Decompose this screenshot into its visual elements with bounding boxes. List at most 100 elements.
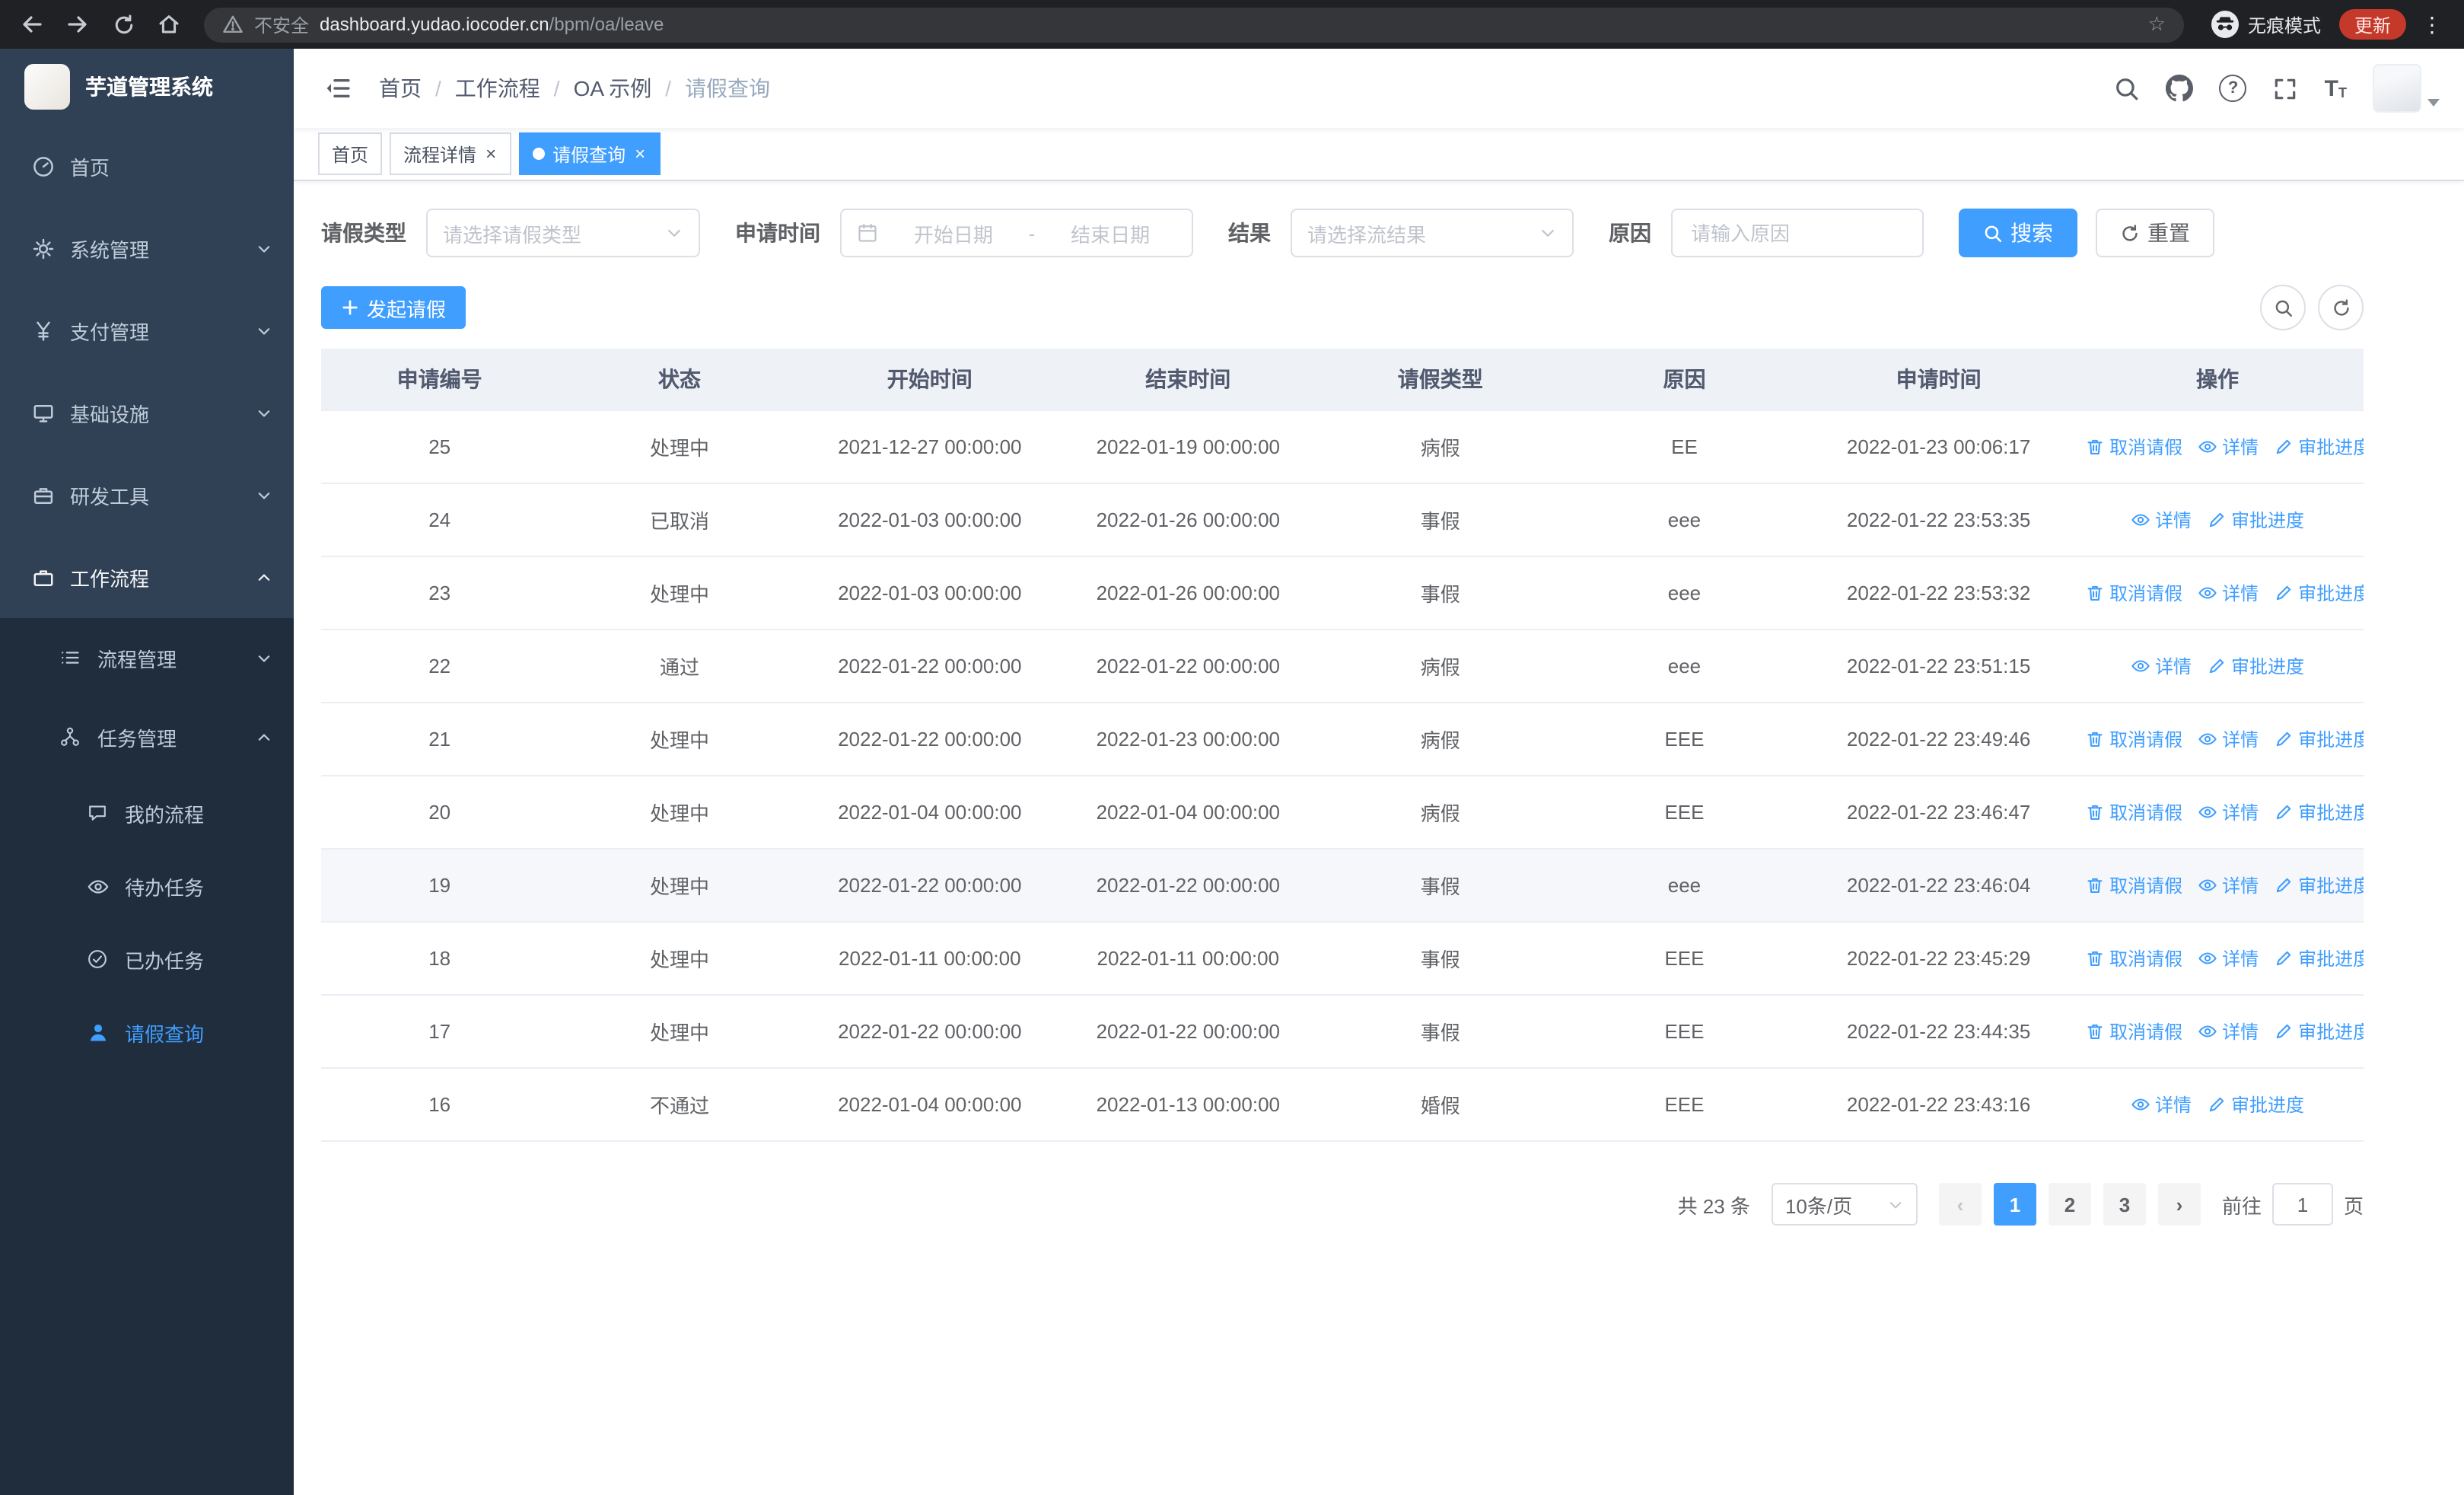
cell-apply-time: 2022-01-22 23:43:16 xyxy=(1806,1068,2072,1142)
detail-link[interactable]: 详情 xyxy=(2198,725,2259,751)
sidebar-item-done-tasks[interactable]: 已办任务 xyxy=(0,923,294,996)
cancel-leave-link[interactable]: 取消请假 xyxy=(2085,433,2182,459)
cell-actions: 取消请假详情审批进度 xyxy=(2071,703,2364,776)
detail-link[interactable]: 详情 xyxy=(2198,945,2259,971)
browser-forward-icon[interactable] xyxy=(58,5,97,44)
progress-link[interactable]: 审批进度 xyxy=(2274,433,2364,459)
sidebar-item-task-management[interactable]: 任务管理 xyxy=(0,697,294,776)
goto-unit-label: 页 xyxy=(2343,1194,2364,1217)
col-apply-time: 申请时间 xyxy=(1806,349,2072,411)
breadcrumb-workflow[interactable]: 工作流程 xyxy=(455,73,540,104)
reason-input[interactable] xyxy=(1688,220,1907,246)
chevron-down-icon xyxy=(256,486,272,503)
sidebar-item-process-management[interactable]: 流程管理 xyxy=(0,618,294,697)
prev-page-icon[interactable]: ‹ xyxy=(1938,1183,1982,1226)
table-header-row: 申请编号 状态 开始时间 结束时间 请假类型 原因 申请时间 操作 xyxy=(321,349,2364,411)
create-leave-button[interactable]: 发起请假 xyxy=(321,286,466,329)
page-size-select[interactable]: 10条/页 xyxy=(1771,1183,1918,1226)
font-size-icon[interactable]: TT xyxy=(2325,77,2347,100)
detail-link[interactable]: 详情 xyxy=(2131,652,2192,678)
sidebar-item-infrastructure[interactable]: 基础设施 xyxy=(0,371,294,454)
detail-link[interactable]: 详情 xyxy=(2131,506,2192,532)
chevron-up-icon xyxy=(256,728,272,745)
cancel-leave-link[interactable]: 取消请假 xyxy=(2085,579,2182,605)
reset-button[interactable]: 重置 xyxy=(2096,209,2214,257)
progress-link[interactable]: 审批进度 xyxy=(2207,506,2304,532)
browser-menu-icon[interactable]: ⋮ xyxy=(2412,11,2452,37)
sidebar-item-my-process[interactable]: 我的流程 xyxy=(0,776,294,850)
sidebar-item-payment[interactable]: 支付管理 xyxy=(0,289,294,371)
cell-status: 处理中 xyxy=(558,703,801,776)
chevron-down-icon xyxy=(1539,224,1557,242)
page-button-3[interactable]: 3 xyxy=(2103,1183,2146,1226)
progress-link[interactable]: 审批进度 xyxy=(2207,1091,2304,1117)
address-bar[interactable]: 不安全 dashboard.yudao.iocoder.cn/bpm/oa/le… xyxy=(204,7,2184,42)
monitor-icon xyxy=(30,400,55,425)
progress-link[interactable]: 审批进度 xyxy=(2207,652,2304,678)
page-button-1[interactable]: 1 xyxy=(1993,1183,2036,1226)
browser-update-button[interactable]: 更新 xyxy=(2338,9,2406,40)
sidebar-item-devtools[interactable]: 研发工具 xyxy=(0,454,294,536)
leave-type-select[interactable]: 请选择请假类型 xyxy=(426,209,700,257)
cancel-leave-link[interactable]: 取消请假 xyxy=(2085,1018,2182,1044)
avatar[interactable] xyxy=(2373,64,2421,113)
tab-active-dot xyxy=(533,148,546,160)
progress-link[interactable]: 审批进度 xyxy=(2274,799,2364,824)
detail-link[interactable]: 详情 xyxy=(2198,579,2259,605)
cancel-leave-link[interactable]: 取消请假 xyxy=(2085,725,2182,751)
app-title: 芋道管理系统 xyxy=(85,75,213,99)
detail-link[interactable]: 详情 xyxy=(2198,433,2259,459)
chevron-down-icon xyxy=(256,404,272,421)
tab-leave-query[interactable]: 请假查询 × xyxy=(519,132,661,175)
progress-link[interactable]: 审批进度 xyxy=(2274,1018,2364,1044)
result-select[interactable]: 请选择流结果 xyxy=(1291,209,1574,257)
eye-icon xyxy=(85,874,110,898)
fullscreen-icon[interactable] xyxy=(2273,75,2299,101)
user-menu[interactable] xyxy=(2373,64,2440,113)
help-icon[interactable]: ? xyxy=(2219,75,2247,102)
header-search-icon[interactable] xyxy=(2115,75,2141,101)
detail-link[interactable]: 详情 xyxy=(2198,799,2259,824)
cell-actions: 取消请假详情审批进度 xyxy=(2071,556,2364,630)
search-button[interactable]: 搜索 xyxy=(1959,209,2077,257)
browser-home-icon[interactable] xyxy=(149,5,189,44)
progress-link[interactable]: 审批进度 xyxy=(2274,872,2364,897)
cancel-leave-link[interactable]: 取消请假 xyxy=(2085,945,2182,971)
progress-link[interactable]: 审批进度 xyxy=(2274,725,2364,751)
next-page-icon[interactable]: › xyxy=(2157,1183,2201,1226)
bookmark-star-icon[interactable]: ☆ xyxy=(2148,12,2166,37)
sidebar-item-todo-tasks[interactable]: 待办任务 xyxy=(0,850,294,923)
sidebar-item-workflow[interactable]: 工作流程 xyxy=(0,536,294,618)
github-icon[interactable] xyxy=(2166,75,2194,102)
page-button-2[interactable]: 2 xyxy=(2048,1183,2091,1226)
breadcrumb-current: 请假查询 xyxy=(685,76,771,100)
show-search-button[interactable] xyxy=(2260,285,2306,330)
col-actions: 操作 xyxy=(2071,349,2364,411)
tab-home[interactable]: 首页 xyxy=(318,132,383,175)
cell-apply-time: 2022-01-22 23:44:35 xyxy=(1806,995,2072,1069)
breadcrumb-oa-example[interactable]: OA 示例 xyxy=(574,73,652,104)
cancel-leave-link[interactable]: 取消请假 xyxy=(2085,872,2182,897)
sidebar-item-leave-query[interactable]: 请假查询 xyxy=(0,996,294,1069)
apply-time-range-picker[interactable]: 开始日期 - 结束日期 xyxy=(840,209,1193,257)
sidebar-toggle-icon[interactable] xyxy=(318,75,358,102)
sidebar-item-system[interactable]: 系统管理 xyxy=(0,207,294,289)
progress-link[interactable]: 审批进度 xyxy=(2274,945,2364,971)
sidebar-item-home[interactable]: 首页 xyxy=(0,125,294,207)
cell-leave-type: 病假 xyxy=(1317,703,1563,776)
browser-back-icon[interactable] xyxy=(12,5,52,44)
breadcrumb-home[interactable]: 首页 xyxy=(379,73,422,104)
detail-link[interactable]: 详情 xyxy=(2198,1018,2259,1044)
progress-link[interactable]: 审批进度 xyxy=(2274,579,2364,605)
close-icon[interactable]: × xyxy=(484,145,498,163)
close-icon[interactable]: × xyxy=(633,145,647,163)
detail-link[interactable]: 详情 xyxy=(2131,1091,2192,1117)
refresh-table-button[interactable] xyxy=(2318,285,2364,330)
goto-page-input[interactable] xyxy=(2271,1183,2333,1226)
cell-start-time: 2022-01-11 00:00:00 xyxy=(801,922,1059,996)
browser-refresh-icon[interactable] xyxy=(103,5,143,44)
detail-link[interactable]: 详情 xyxy=(2198,872,2259,897)
cell-end-time: 2022-01-22 00:00:00 xyxy=(1058,630,1318,703)
cancel-leave-link[interactable]: 取消请假 xyxy=(2085,799,2182,824)
tab-process-detail[interactable]: 流程详情 × xyxy=(390,132,512,175)
